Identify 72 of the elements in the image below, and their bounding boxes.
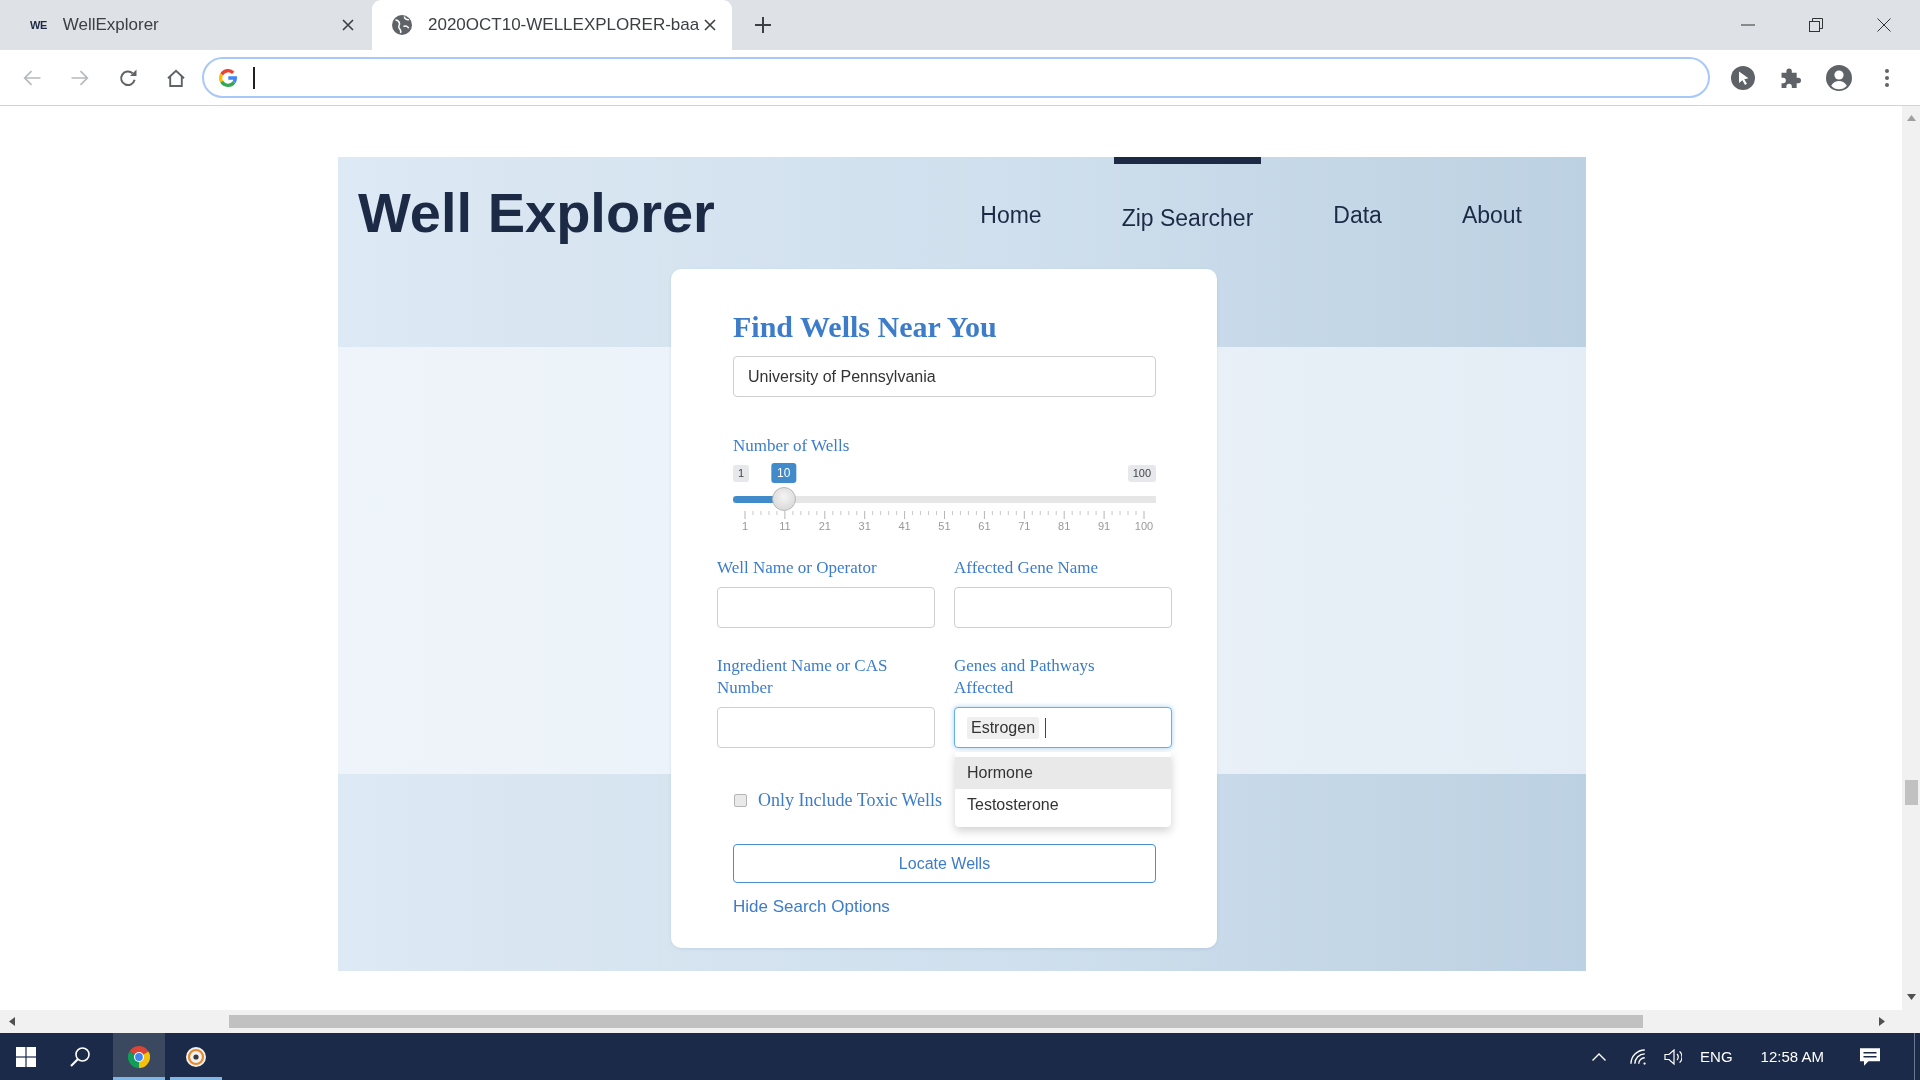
- windows-logo-icon[interactable]: [16, 1046, 36, 1067]
- text-cursor-icon: [1045, 717, 1047, 738]
- input-field[interactable]: [717, 587, 935, 628]
- g-logo-icon: [219, 68, 237, 87]
- slider-tick-label: 11: [778, 519, 792, 533]
- globe-icon: [392, 15, 412, 35]
- dropdown-option[interactable]: Testosterone: [955, 789, 1171, 821]
- clock-time[interactable]: 12:58 AM: [1760, 1048, 1824, 1065]
- slider-value-bubble: 10: [771, 463, 797, 483]
- field-label: Genes and Pathways Affected: [954, 655, 1096, 699]
- puzzle-icon[interactable]: [1781, 67, 1801, 88]
- more-icon[interactable]: [1885, 68, 1889, 87]
- close-icon[interactable]: [342, 19, 354, 31]
- slider-tick-label: 91: [1097, 519, 1112, 533]
- scroll-right-icon[interactable]: [1879, 1017, 1885, 1026]
- restore-icon[interactable]: [1809, 18, 1823, 32]
- language-indicator[interactable]: ENG: [1700, 1048, 1733, 1065]
- scroll-down-icon[interactable]: [1906, 994, 1916, 1000]
- slider-tick-label: 31: [857, 519, 872, 533]
- checkbox[interactable]: [734, 793, 747, 807]
- reload-icon[interactable]: [119, 68, 137, 87]
- slider-tick-label: 81: [1057, 519, 1072, 533]
- browser-tab[interactable]: 2020OCT10-WELLEXPLORER-baa: [372, 0, 732, 50]
- field-label: Affected Gene Name: [954, 557, 1100, 579]
- slider-tick-label: 41: [897, 519, 912, 533]
- hide-options-link[interactable]: Hide Search Options: [733, 897, 890, 916]
- input-field[interactable]: [717, 707, 935, 748]
- nav-tab[interactable]: Home: [972, 157, 1050, 232]
- location-input[interactable]: University of Pennsylvania: [733, 356, 1156, 397]
- site-favicon: WE: [30, 19, 47, 31]
- card-title: Find Wells Near You: [733, 309, 998, 345]
- scroll-left-icon[interactable]: [9, 1017, 15, 1026]
- slider-min-label: 1: [733, 464, 750, 482]
- slider-tick-label: 51: [937, 519, 952, 533]
- plus-icon[interactable]: [755, 17, 771, 33]
- search-icon[interactable]: [70, 1046, 90, 1067]
- input-field[interactable]: [954, 587, 1172, 628]
- nav-tab[interactable]: Zip Searcher: [1113, 157, 1262, 232]
- browser-tab[interactable]: WE WellExplorer: [10, 0, 370, 50]
- slider-tick-label: 61: [977, 519, 992, 533]
- notification-icon[interactable]: [1860, 1047, 1880, 1066]
- close-icon[interactable]: [704, 19, 716, 31]
- cursor-icon[interactable]: [1731, 65, 1755, 90]
- taskbar-button[interactable]: [113, 1033, 165, 1080]
- slider-thumb[interactable]: [771, 487, 796, 511]
- home-icon[interactable]: [167, 68, 185, 87]
- slider-tick-label: 21: [817, 519, 832, 533]
- dropdown-option[interactable]: Hormone: [955, 757, 1171, 789]
- network-icon[interactable]: [1630, 1048, 1647, 1065]
- slider-label: Number of Wells: [733, 435, 851, 457]
- scrollbar-thumb[interactable]: [1904, 780, 1918, 805]
- nav-tab[interactable]: Data: [1325, 157, 1390, 232]
- disc-icon: [185, 1045, 207, 1068]
- checkbox-label[interactable]: Only Include Toxic Wells: [758, 789, 943, 811]
- browser-icon: [128, 1045, 150, 1068]
- account-icon[interactable]: [1826, 64, 1852, 91]
- close-icon[interactable]: [1877, 18, 1891, 32]
- field-label: Well Name or Operator: [717, 557, 878, 579]
- scrollbar-thumb[interactable]: [229, 1015, 1643, 1028]
- nav-tab[interactable]: About: [1453, 157, 1530, 232]
- slider-tick-label: 1: [740, 519, 749, 533]
- selected-tag[interactable]: Estrogen: [967, 716, 1040, 739]
- slider-tick-label: 71: [1017, 519, 1032, 533]
- caret-up-icon[interactable]: [1592, 1052, 1607, 1061]
- slider-max-label: 100: [1127, 464, 1156, 482]
- submit-button[interactable]: Locate Wells: [733, 844, 1156, 883]
- text-cursor-icon: [253, 66, 255, 89]
- input-field[interactable]: Estrogen: [954, 707, 1172, 748]
- slider-tick-label: 100: [1133, 519, 1155, 533]
- volume-icon[interactable]: [1664, 1048, 1683, 1065]
- field-label: Ingredient Name or CAS Number: [717, 655, 889, 699]
- site-logo: Well Explorer: [358, 180, 715, 246]
